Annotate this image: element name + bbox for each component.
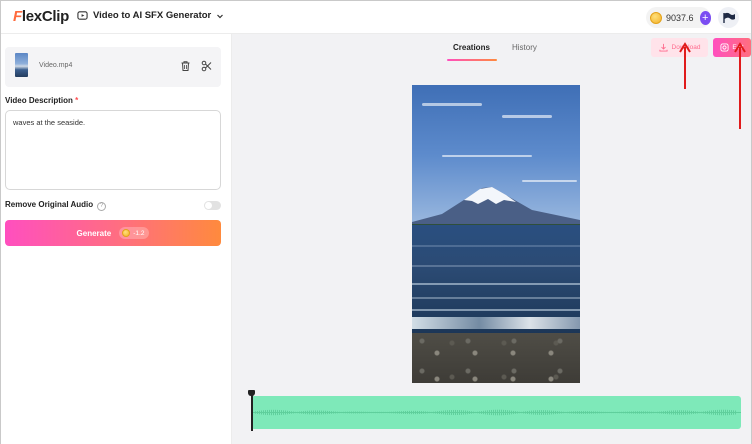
generate-cost: -1.2	[133, 229, 145, 237]
credits-amount: 9037.6	[666, 12, 694, 23]
required-mark: *	[75, 96, 79, 105]
file-name: Video.mp4	[39, 62, 73, 69]
tool-name: Video to AI SFX Generator	[93, 10, 212, 21]
avatar[interactable]	[718, 7, 739, 28]
playhead-handle[interactable]	[248, 390, 255, 396]
remove-audio-toggle[interactable]	[204, 201, 221, 210]
generate-cost-badge: -1.2	[119, 227, 150, 239]
annotation-arrow-edit	[734, 42, 746, 129]
top-bar: FlexClip Video to AI SFX Generator 9037.…	[1, 1, 751, 34]
waveform	[251, 409, 741, 416]
video-thumbnail	[15, 53, 28, 77]
help-icon[interactable]: ?	[97, 202, 107, 211]
edit-icon	[720, 43, 729, 52]
audio-waveform-track[interactable]	[251, 396, 741, 429]
wave-foam	[412, 317, 580, 329]
remove-original-audio-label: Remove Original Audio?	[5, 200, 107, 211]
credits-badge: 9037.6 +	[646, 7, 711, 28]
chevron-down-icon	[216, 12, 224, 20]
description-label-text: Video Description	[5, 96, 73, 105]
scissors-icon[interactable]	[201, 59, 212, 77]
annotation-arrow-download	[679, 42, 691, 89]
tab-creations[interactable]: Creations	[453, 43, 490, 52]
tool-switcher[interactable]: Video to AI SFX Generator	[77, 10, 224, 21]
mount-fuji	[412, 187, 580, 230]
generate-button[interactable]: Generate -1.2	[5, 220, 221, 246]
video-description-input[interactable]: waves at the seaside.	[5, 110, 221, 190]
left-panel: Video.mp4 Video Description * waves at t…	[1, 34, 232, 444]
pebble-shore	[412, 333, 580, 383]
coin-icon	[650, 11, 662, 24]
generate-label: Generate	[76, 228, 112, 238]
coin-icon	[122, 229, 131, 237]
tabs-bar: Creations History Download Edit	[232, 34, 751, 62]
add-credits-button[interactable]: +	[699, 10, 711, 25]
video-preview[interactable]	[412, 85, 580, 383]
flexclip-logo[interactable]: FlexClip	[13, 8, 69, 25]
playhead[interactable]	[251, 394, 253, 431]
download-icon	[658, 43, 668, 52]
main-area: Creations History Download Edit	[232, 34, 751, 444]
tab-history[interactable]: History	[512, 43, 537, 52]
uploaded-file-card: Video.mp4	[5, 47, 221, 87]
logo-initial: F	[13, 8, 22, 25]
video-ai-icon	[77, 10, 88, 21]
video-description-label: Video Description *	[5, 96, 78, 105]
trash-icon[interactable]	[180, 59, 191, 77]
logo-text: lexClip	[21, 8, 69, 25]
remove-audio-text: Remove Original Audio	[5, 200, 94, 209]
active-tab-indicator	[447, 59, 497, 61]
flag-avatar-icon	[722, 12, 735, 23]
